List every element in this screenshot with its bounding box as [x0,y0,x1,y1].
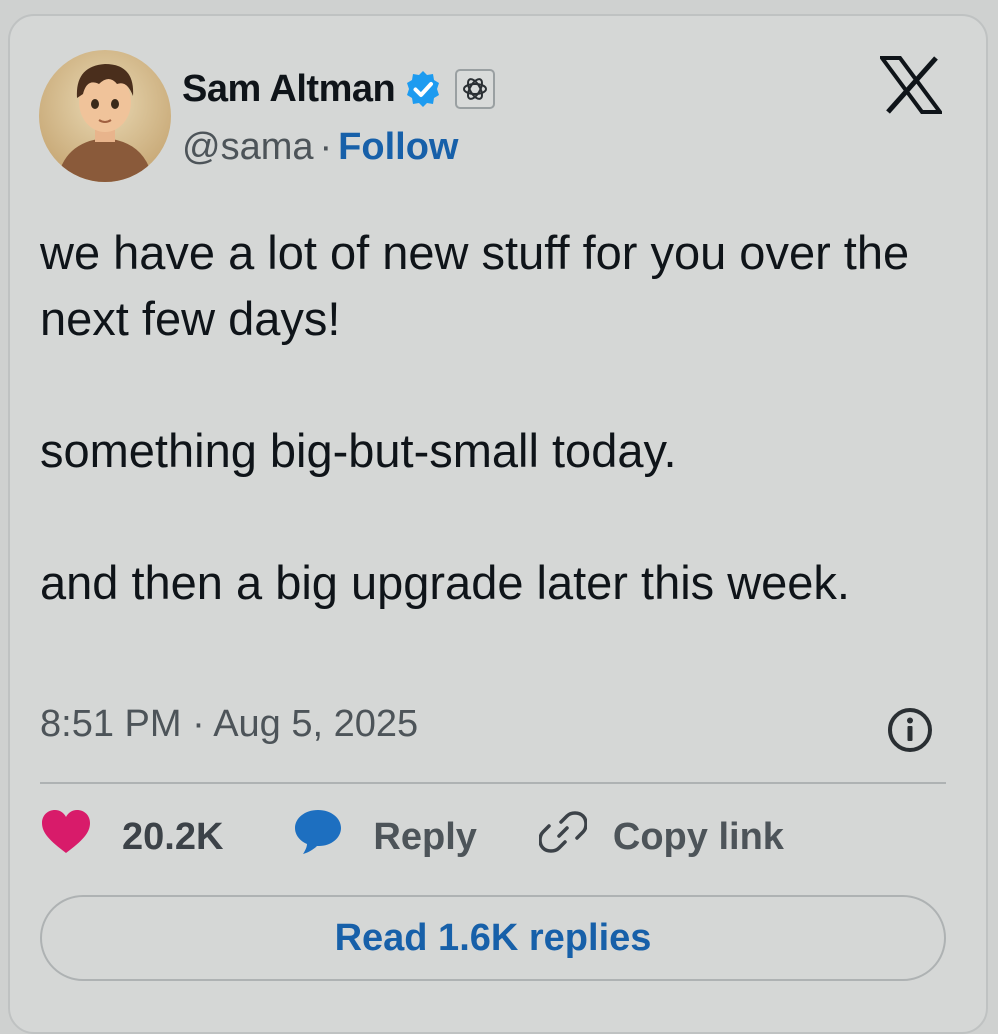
tweet-paragraph: and then a big upgrade later this week. [40,556,850,609]
copy-link-button[interactable]: Copy link [538,808,784,866]
like-button[interactable]: 20.2K [40,809,223,865]
follow-button[interactable]: Follow [338,126,458,168]
like-count: 20.2K [122,815,224,858]
reply-button[interactable]: Reply [293,808,477,866]
verified-badge-icon [403,69,443,109]
tweet-timestamp[interactable]: 8:51 PM · Aug 5, 2025 [40,702,418,746]
divider [40,782,946,784]
read-replies-button[interactable]: Read 1.6K replies [40,895,946,981]
tweet-paragraph: something big-but-small today. [40,424,677,477]
separator-dot: · [319,126,333,168]
copy-link-label: Copy link [612,815,784,858]
tweet-paragraph: we have a lot of new stuff for you over … [40,226,910,345]
handle-row: @sama · Follow [182,122,458,172]
info-icon[interactable] [886,706,934,754]
x-logo-icon[interactable] [878,56,944,114]
heart-icon [40,809,92,865]
openai-badge-icon[interactable] [455,69,496,109]
avatar[interactable] [39,50,171,182]
action-bar: 20.2K Reply Copy link [40,809,784,865]
speech-bubble-icon [293,808,343,866]
tweet-card: Sam Altman @sama · Follow we have a lot … [8,14,988,1034]
link-icon [538,808,588,866]
author-name[interactable]: Sam Altman [182,68,396,111]
author-name-row: Sam Altman [182,64,496,114]
tweet-body: we have a lot of new stuff for you over … [40,220,940,616]
author-handle[interactable]: @sama [182,126,314,168]
reply-label: Reply [373,815,477,858]
